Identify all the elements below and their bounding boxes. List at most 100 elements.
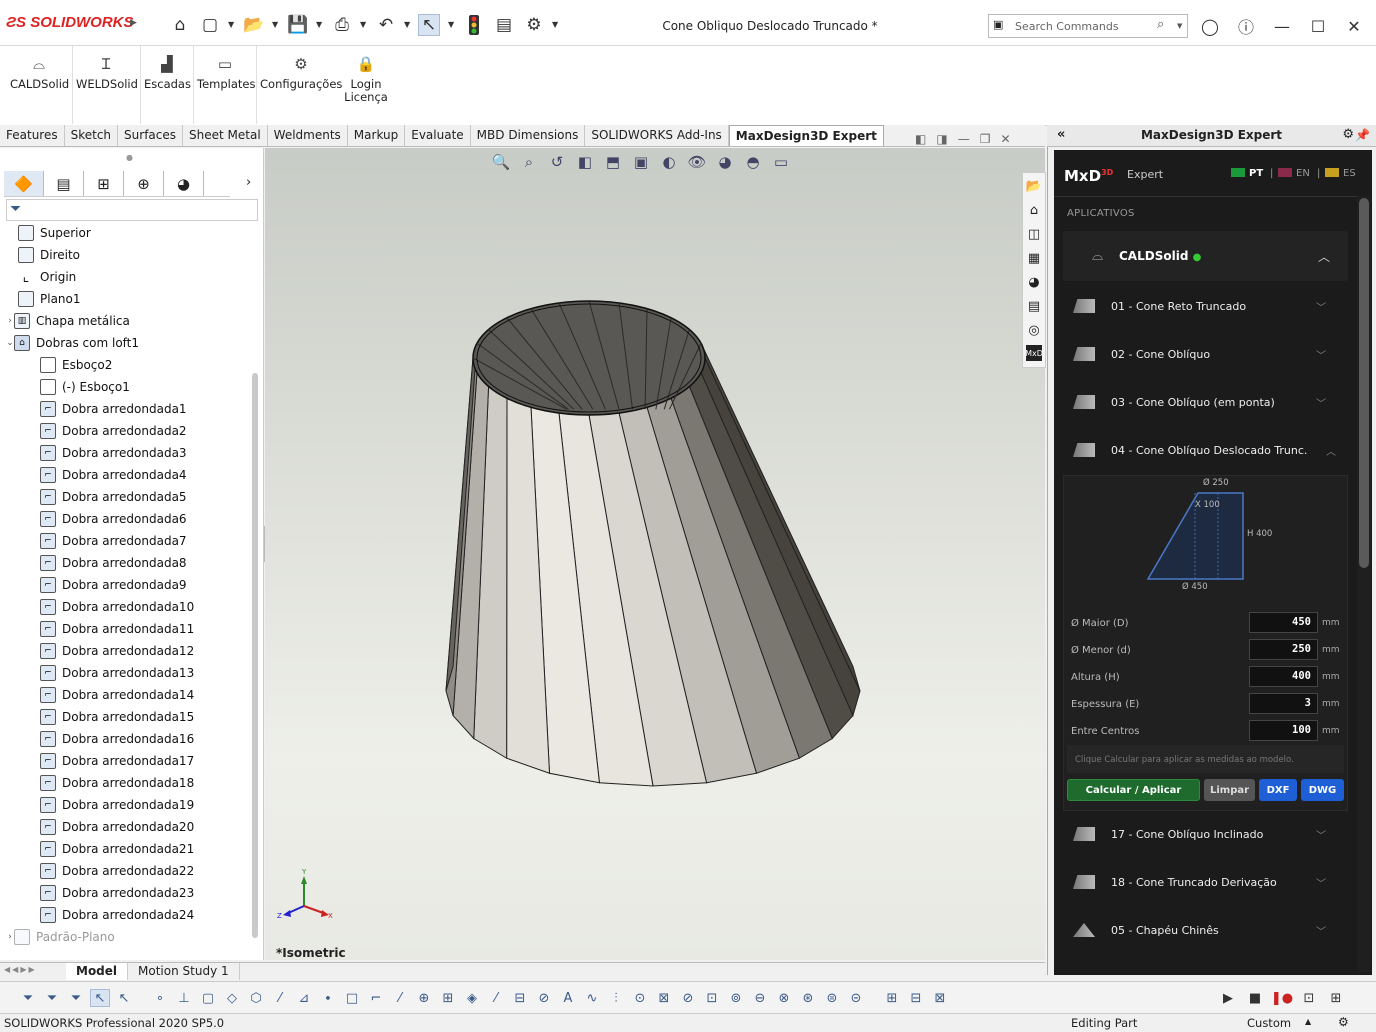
minimize-button[interactable]: —: [1270, 14, 1294, 38]
configurationmanager-tab-icon[interactable]: ⊞: [84, 171, 124, 196]
splitter-handle[interactable]: ●: [126, 153, 133, 162]
tree-item[interactable]: ⌐ Dobra arredondada22: [0, 860, 250, 882]
help-icon[interactable]: ⓘ: [1234, 14, 1258, 38]
tab-solidworks-add-ins[interactable]: SOLIDWORKS Add-Ins: [585, 125, 729, 146]
app-item-18[interactable]: 18 - Cone Truncado Derivação ﹀: [1063, 859, 1348, 905]
caldsolid-group-header[interactable]: [1063, 231, 1348, 281]
playback-control-icon[interactable]: ▶: [1218, 989, 1238, 1007]
toolbar-tool-icon[interactable]: ◇: [222, 989, 242, 1007]
tree-item[interactable]: ⌐ Dobra arredondada23: [0, 882, 250, 904]
toolbar-tool-icon[interactable]: ∿: [582, 989, 602, 1007]
tab-features[interactable]: Features: [0, 125, 65, 146]
tab-sheet-metal[interactable]: Sheet Metal: [183, 125, 268, 146]
chevron-down-icon[interactable]: ▼: [316, 20, 322, 29]
tab-model[interactable]: Model: [66, 963, 129, 980]
dynamic-annotation-icon[interactable]: ⬒: [602, 152, 624, 172]
tree-filter-input[interactable]: ⏷: [6, 199, 258, 221]
chevron-down-icon[interactable]: ▼: [272, 20, 278, 29]
toolbar-tool-icon[interactable]: ◈: [462, 989, 482, 1007]
view-orientation-icon[interactable]: ▣: [630, 152, 652, 172]
toolbar-tool-icon[interactable]: ⌐: [366, 989, 386, 1007]
previous-view-icon[interactable]: ↺: [546, 152, 568, 172]
tree-item[interactable]: ⌐ Dobra arredondada19: [0, 794, 250, 816]
app-item-03[interactable]: 03 - Cone Oblíquo (em ponta) ﹀: [1063, 379, 1348, 425]
mxd-addin-icon[interactable]: MxD: [1025, 345, 1043, 361]
toolbar-tool-icon[interactable]: ⊗: [774, 989, 794, 1007]
file-explorer-icon[interactable]: ▦: [1023, 247, 1045, 269]
graphics-area[interactable]: [265, 148, 1045, 960]
chevron-down-icon[interactable]: ▼: [228, 20, 234, 29]
tree-item[interactable]: ⌐ Dobra arredondada16: [0, 728, 250, 750]
new-document-icon[interactable]: ▢: [199, 14, 221, 36]
tab-scroll-arrows[interactable]: ◀ ◀ ▶ ▶: [0, 963, 66, 980]
app-item-01[interactable]: 01 - Cone Reto Truncado ﹀: [1063, 283, 1348, 329]
zoom-to-area-icon[interactable]: ⌕: [518, 152, 540, 172]
pin-icon[interactable]: 📌: [1355, 125, 1370, 145]
tree-item[interactable]: ⌄ ⌂ Dobras com loft1: [0, 332, 250, 354]
maximize-button[interactable]: ☐: [1306, 14, 1330, 38]
tab-weldments[interactable]: Weldments: [268, 125, 348, 146]
status-units[interactable]: Custom: [1247, 1016, 1291, 1030]
toolbar-tool-icon[interactable]: ⏷: [18, 989, 38, 1007]
toolbar-tool-icon[interactable]: A: [558, 989, 578, 1007]
toolbar-tool-icon[interactable]: ⊘: [534, 989, 554, 1007]
search-icon[interactable]: ⌕: [1157, 17, 1164, 32]
toolbar-tool-icon[interactable]: ⊥: [174, 989, 194, 1007]
tree-item[interactable]: ⌐ Dobra arredondada1: [0, 398, 250, 420]
toolbar-tool-icon[interactable]: ⊠: [930, 989, 950, 1007]
toolbar-tool-icon[interactable]: ⁄: [486, 989, 506, 1007]
scroll-thumb[interactable]: [1359, 198, 1369, 568]
tree-item[interactable]: Plano1: [0, 288, 250, 310]
design-library-icon[interactable]: ◫: [1023, 223, 1045, 245]
restore-icon[interactable]: ❐: [980, 132, 991, 146]
view-settings-icon[interactable]: ▭: [770, 152, 792, 172]
previous-pane-icon[interactable]: ◧: [915, 132, 926, 146]
next-pane-icon[interactable]: ◨: [936, 132, 947, 146]
login-licenca-button[interactable]: 🔒 Login Licença: [342, 57, 390, 104]
toolbar-tool-icon[interactable]: ⊞: [882, 989, 902, 1007]
chevron-down-icon[interactable]: ▼: [404, 20, 410, 29]
section-view-icon[interactable]: ◧: [574, 152, 596, 172]
search-commands-input[interactable]: ▣ Search Commands ⌕ ▼: [988, 14, 1188, 38]
hide-show-items-icon[interactable]: 👁: [686, 152, 708, 172]
templates-button[interactable]: ▭ Templates: [197, 57, 255, 91]
toolbar-tool-icon[interactable]: ⊖: [750, 989, 770, 1007]
tab-markup[interactable]: Markup: [348, 125, 406, 146]
tab-mbd-dimensions[interactable]: MBD Dimensions: [471, 125, 586, 146]
tree-item[interactable]: ⌐ Dobra arredondada14: [0, 684, 250, 706]
tree-item[interactable]: ⌐ Dobra arredondada20: [0, 816, 250, 838]
home-icon[interactable]: ⌂: [169, 14, 191, 36]
toolbar-tool-icon[interactable]: ⊠: [654, 989, 674, 1007]
tree-item[interactable]: ⌐ Dobra arredondada7: [0, 530, 250, 552]
display-style-icon[interactable]: ◐: [658, 152, 680, 172]
zoom-to-fit-icon[interactable]: 🔍: [490, 152, 512, 172]
dxf-button[interactable]: DXF: [1259, 779, 1297, 801]
folder-icon[interactable]: 📂: [1023, 175, 1045, 197]
toolbar-tool-icon[interactable]: ⁄: [390, 989, 410, 1007]
app-item-04[interactable]: 04 - Cone Oblíquo Deslocado Trunc. ︿: [1063, 427, 1348, 473]
field-input[interactable]: 3: [1249, 693, 1318, 714]
app-item-05[interactable]: 05 - Chapéu Chinês ﹀: [1063, 907, 1348, 953]
menu-expand-icon[interactable]: ▶: [130, 18, 137, 28]
field-input[interactable]: 100: [1249, 720, 1318, 741]
tree-item[interactable]: ⌐ Dobra arredondada24: [0, 904, 250, 926]
tree-item[interactable]: ⌐ Dobra arredondada6: [0, 508, 250, 530]
toolbar-tool-icon[interactable]: ↖: [90, 989, 110, 1007]
lang-es[interactable]: ES: [1325, 168, 1356, 179]
solidworks-resources-icon[interactable]: ⌂: [1023, 199, 1045, 221]
limpar-button[interactable]: Limpar: [1204, 779, 1255, 801]
select-pointer-icon[interactable]: ↖: [418, 14, 440, 36]
tree-item[interactable]: ⌐ Dobra arredondada2: [0, 420, 250, 442]
tab-surfaces[interactable]: Surfaces: [118, 125, 184, 146]
print-icon[interactable]: ⎙: [331, 14, 353, 36]
tree-item[interactable]: › Padrão-Plano: [0, 926, 250, 948]
toolbar-tool-icon[interactable]: ⏷: [66, 989, 86, 1007]
file-properties-icon[interactable]: ▤: [493, 14, 515, 36]
playback-control-icon[interactable]: ■: [1245, 989, 1265, 1007]
tab-evaluate[interactable]: Evaluate: [405, 125, 471, 146]
display-manager-tab-icon[interactable]: ◕: [164, 171, 204, 196]
tree-item[interactable]: ⌐ Dobra arredondada10: [0, 596, 250, 618]
tree-item[interactable]: ⌐ Dobra arredondada18: [0, 772, 250, 794]
chevron-down-icon[interactable]: ▼: [448, 20, 454, 29]
featuremanager-tab-icon[interactable]: 🔶: [4, 171, 44, 196]
